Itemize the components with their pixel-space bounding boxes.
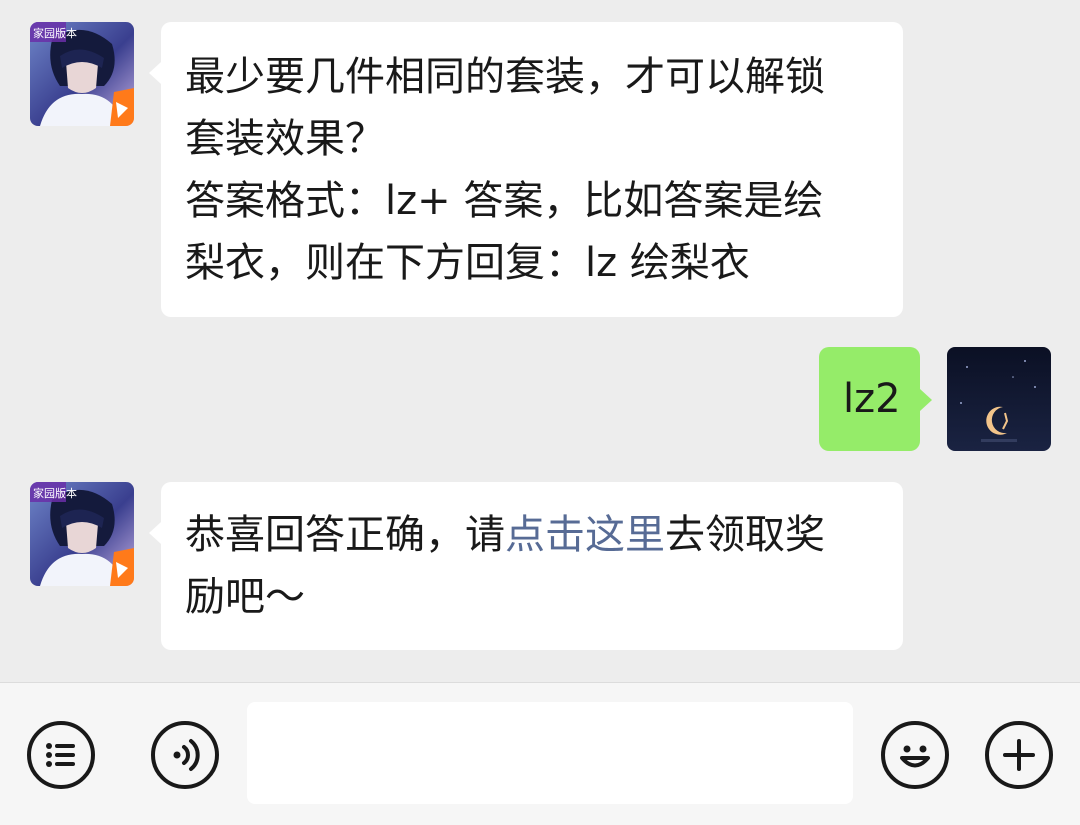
avatar-badge-text: 家园版本: [33, 486, 77, 500]
outgoing-message-bubble[interactable]: lz2: [819, 347, 932, 451]
official-account-avatar[interactable]: 家园版本: [30, 22, 134, 126]
voice-icon: [173, 739, 200, 771]
moon-night-avatar-icon: [947, 347, 1051, 451]
message-text: 去领取奖: [665, 512, 825, 558]
smiley-icon: [900, 745, 930, 768]
message-line: 梨衣，则在下方回复：lz 绘梨衣: [185, 240, 750, 286]
message-text: lz2: [843, 376, 901, 422]
menu-button[interactable]: [27, 721, 95, 789]
bubble-tail: [149, 522, 161, 544]
message-line: 励吧～: [185, 574, 305, 620]
message-line: 恭喜回答正确，请点击这里去领取奖: [185, 504, 903, 566]
voice-button[interactable]: [151, 721, 219, 789]
plus-icon: [1003, 739, 1035, 771]
emoji-button[interactable]: [881, 721, 949, 789]
game-character-avatar-icon: 家园版本: [30, 22, 134, 126]
message-text: 恭喜回答正确，请: [185, 512, 505, 558]
input-toolbar: [0, 682, 1080, 825]
bubble-tail: [920, 389, 932, 411]
list-menu-icon: [46, 743, 75, 767]
incoming-message-bubble[interactable]: 恭喜回答正确，请点击这里去领取奖 励吧～: [149, 482, 903, 650]
more-button[interactable]: [985, 721, 1053, 789]
game-character-avatar-icon: 家园版本: [30, 482, 134, 586]
bubble-tail: [149, 62, 161, 84]
claim-reward-link[interactable]: 点击这里: [505, 512, 665, 558]
message-line: 答案格式：lz+ 答案，比如答案是绘: [185, 178, 824, 224]
message-line: 最少要几件相同的套装，才可以解锁: [185, 54, 825, 100]
message-line: 套装效果？: [185, 116, 385, 162]
official-account-avatar[interactable]: 家园版本: [30, 482, 134, 586]
my-avatar[interactable]: [947, 347, 1051, 451]
avatar-badge-text: 家园版本: [33, 26, 77, 40]
chat-area: 家园版本 最少要几件相同的套装，才可以解锁 套装效果？ 答案格式：lz+ 答案，…: [0, 0, 1080, 682]
message-input[interactable]: [247, 702, 853, 804]
incoming-message-bubble[interactable]: 最少要几件相同的套装，才可以解锁 套装效果？ 答案格式：lz+ 答案，比如答案是…: [149, 22, 903, 317]
